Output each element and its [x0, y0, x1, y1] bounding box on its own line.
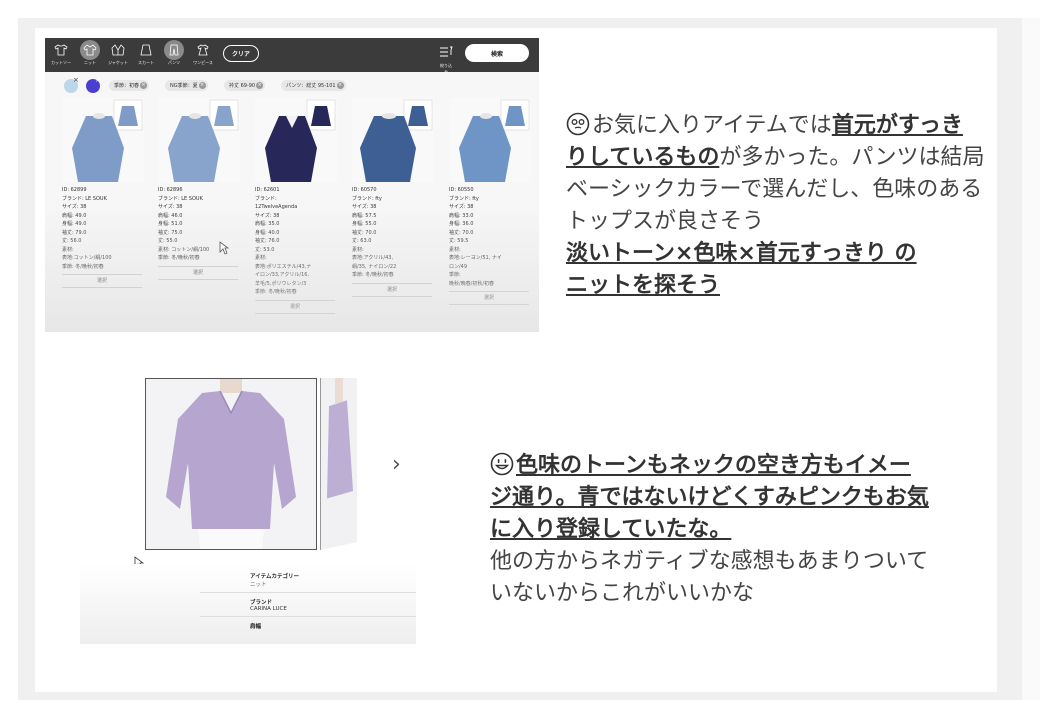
close-icon[interactable]: ×	[95, 76, 101, 84]
filter-chip[interactable]: NG季節：夏 ×	[165, 80, 208, 91]
knit-icon	[83, 44, 97, 56]
filter-chip[interactable]: 衿丈 69-90 ×	[224, 80, 266, 91]
filter-chip[interactable]: 季節：初春 ×	[109, 80, 150, 91]
chevron-right-icon[interactable]: ›	[392, 452, 401, 477]
smiling-face-icon	[490, 452, 514, 476]
product-card[interactable]: ID: 62601 ブランド: 12TwelveAgenda サイズ: 38 肩…	[255, 98, 341, 314]
product-card[interactable]: ID: 60550 ブランド: fty サイズ: 38 肩幅: 33.0 身幅:…	[449, 98, 535, 305]
product-next-image	[320, 378, 357, 550]
category-item[interactable]: ワンピース	[191, 40, 215, 66]
clear-button[interactable]: クリア	[223, 45, 259, 62]
search-button[interactable]: 検索	[465, 44, 529, 62]
thinking-face-icon	[566, 112, 590, 136]
category-bar: カットソー ニット ジャケット スカート パンツ ワンピース クリア 絞り込み …	[45, 38, 539, 74]
select-button[interactable]: 選択	[62, 274, 142, 288]
product-image	[352, 98, 434, 182]
product-info: アイテムカテゴリー ニット ブランド CARINA LUCE 肩幅	[80, 564, 416, 644]
category-value: ニット	[250, 582, 267, 588]
tshirt-icon	[54, 44, 68, 56]
product-card[interactable]: ID: 60570 ブランド: fty サイズ: 38 肩幅: 57.5 身幅:…	[352, 98, 438, 297]
product-detail-screenshot: › アイテムカテゴリー ニット ブランド CARINA LUCE 肩幅	[80, 378, 416, 644]
product-card[interactable]: ID: 62896 ブランド: LE SOUK サイズ: 38 肩幅: 46.0…	[158, 98, 244, 280]
brand-label: ブランド	[250, 600, 273, 606]
product-image	[255, 98, 337, 182]
close-icon: ×	[140, 82, 148, 89]
product-image	[449, 98, 531, 182]
pants-icon	[169, 44, 179, 56]
shoulder-label: 肩幅	[250, 624, 262, 630]
category-item[interactable]: カットソー	[49, 40, 73, 66]
filter-icon	[440, 46, 453, 57]
jacket-icon	[111, 44, 125, 56]
category-label: アイテムカテゴリー	[250, 574, 299, 580]
select-button[interactable]: 選択	[352, 282, 432, 297]
product-image	[62, 98, 144, 182]
select-button[interactable]: 選択	[449, 291, 529, 305]
category-item[interactable]: ニット	[78, 40, 102, 66]
product-main-image[interactable]	[145, 378, 317, 550]
category-item[interactable]: スカート	[134, 40, 158, 66]
close-icon[interactable]: ×	[73, 76, 79, 84]
category-item[interactable]: パンツ	[162, 40, 186, 66]
select-button[interactable]: 選択	[255, 299, 335, 314]
right-strip	[1022, 18, 1040, 700]
product-card[interactable]: ID: 62899 ブランド: LE SOUK サイズ: 38 肩幅: 49.0…	[62, 98, 148, 288]
product-list-screenshot: カットソー ニット ジャケット スカート パンツ ワンピース クリア 絞り込み …	[45, 38, 539, 332]
category-item[interactable]: ジャケット	[106, 40, 130, 66]
close-icon: ×	[336, 82, 344, 89]
dress-icon	[197, 44, 209, 56]
note-1: お気に入りアイテムでは首元がすっき りしているものが多かった。パンツは結局 ベー…	[566, 112, 985, 298]
note-2: 色味のトーンもネックの空き方もイメー ジ通り。青ではないけどくすみピンクもお気 …	[490, 452, 929, 606]
brand-value: CARINA LUCE	[250, 606, 287, 612]
product-image	[158, 98, 240, 182]
select-button[interactable]: 選択	[158, 265, 238, 280]
filter-button[interactable]: 絞り込み	[439, 44, 453, 74]
close-icon: ×	[256, 82, 264, 89]
skirt-icon	[140, 44, 152, 56]
filter-chip[interactable]: パンツ：総丈 95-101 ×	[281, 80, 346, 91]
close-icon: ×	[198, 82, 206, 89]
mouse-cursor-icon	[219, 241, 229, 255]
